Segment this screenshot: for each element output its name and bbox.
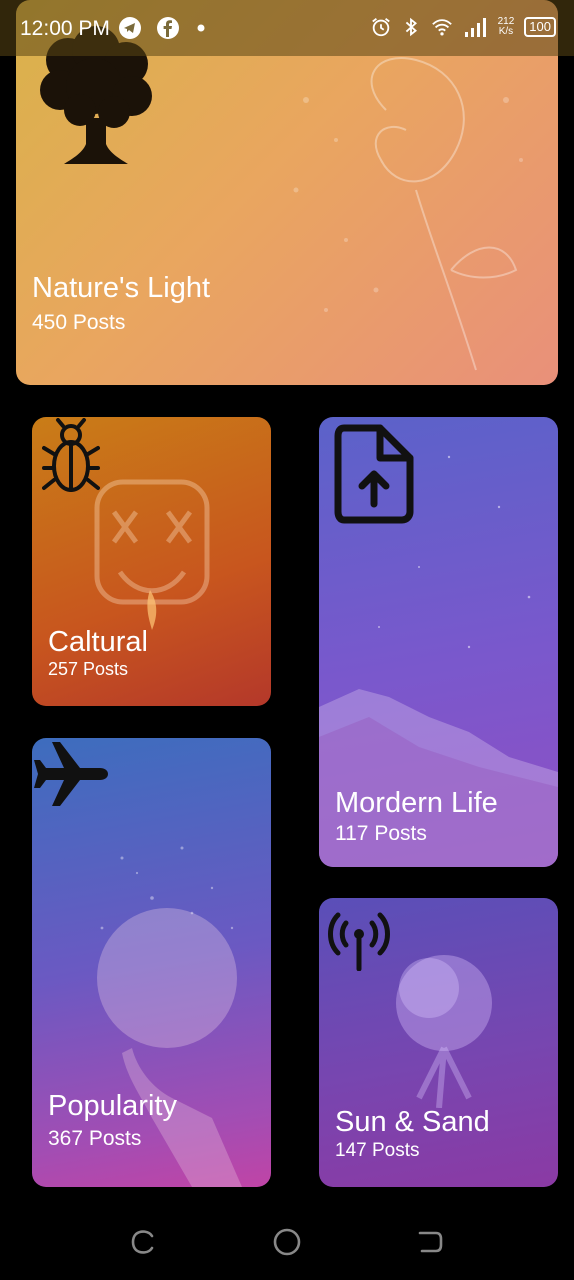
card-post-count: 367 Posts [48,1127,142,1150]
wifi-icon [431,19,452,36]
category-card-cultural[interactable]: Caltural 257 Posts [32,417,271,706]
bug-icon [42,418,100,492]
network-speed-unit: K/s [498,26,514,37]
mask-decoration [94,479,210,630]
network-speed: 212 K/s [498,17,515,37]
category-card-popularity[interactable]: Popularity 367 Posts [32,738,271,1187]
card-post-count: 257 Posts [48,659,129,679]
card-post-count: 117 Posts [335,822,427,845]
bluetooth-icon [405,17,417,37]
category-card-modern[interactable]: Mordern Life 117 Posts [319,417,558,867]
card-post-count: 450 Posts [32,311,126,334]
card-title: Caltural [48,626,148,658]
category-card-nature[interactable]: Nature's Light 450 Posts [16,0,558,385]
water-rose-decoration [293,57,523,371]
file-upload-icon [334,424,414,524]
status-time: 12:00 PM [20,17,110,40]
card-post-count: 147 Posts [335,1140,420,1161]
back-icon[interactable] [416,1228,444,1256]
card-title: Mordern Life [335,787,498,819]
signal-icon [464,18,486,37]
card-title: Sun & Sand [335,1106,490,1138]
navigation-bar [0,1200,574,1280]
category-card-sun[interactable]: Sun & Sand 147 Posts [319,898,558,1187]
airplane-icon [34,742,108,806]
antenna-icon [328,912,390,971]
facebook-icon [157,17,179,39]
card-title: Popularity [48,1090,177,1122]
status-bar: 12:00 PM 212 K/s 100 [0,0,574,56]
recents-icon[interactable] [130,1228,158,1256]
telegram-icon [119,17,141,39]
card-title: Nature's Light [32,272,211,304]
home-icon[interactable] [273,1228,301,1256]
dot-icon [197,24,205,32]
battery-icon: 100 [524,17,556,37]
alarm-icon [371,18,390,37]
